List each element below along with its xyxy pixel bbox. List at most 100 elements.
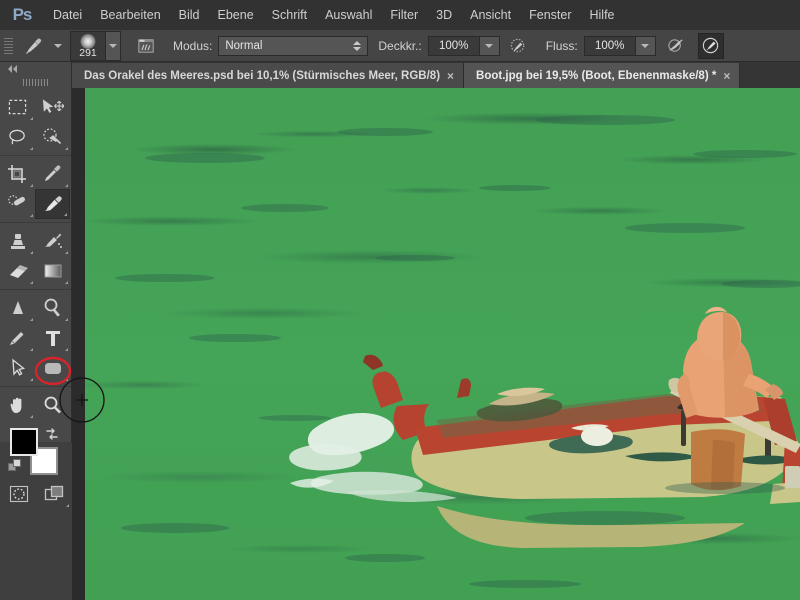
document-tab-orakel[interactable]: Das Orakel des Meeres.psd bei 10,1% (Stü… [72,63,465,88]
mode-label: Modus: [173,38,213,53]
foreground-color-swatch[interactable] [10,428,38,456]
tool-group-retouch [0,223,71,290]
quick-mask-icon[interactable] [1,479,36,509]
flyout-corner-icon [30,147,33,150]
menu-item-fenster[interactable]: Fenster [520,0,580,30]
flyout-corner-icon [30,281,33,284]
zoom-tool[interactable] [35,390,70,420]
crop-tool[interactable] [0,159,35,189]
flyout-corner-icon [65,147,68,150]
flow-slider-caret[interactable] [635,35,656,56]
clone-stamp-tool[interactable] [0,226,35,256]
mode-select[interactable]: Normal [218,35,369,56]
lasso-tool[interactable] [0,122,35,152]
chevron-updown-icon [353,40,362,51]
flyout-corner-icon [65,348,68,351]
brush-tool[interactable] [35,189,70,219]
menu-item-bearbeiten[interactable]: Bearbeiten [91,0,169,30]
brush-preset-picker-caret[interactable] [50,32,66,60]
brush-preset-dropdown[interactable] [106,30,121,61]
pen-tool[interactable] [0,323,35,353]
menu-bar: Ps Datei Bearbeiten Bild Ebene Schrift A… [0,0,800,30]
quick-selection-tool[interactable] [35,122,70,152]
flyout-corner-icon [30,184,33,187]
menu-item-hilfe[interactable]: Hilfe [581,0,624,30]
drag-grip-icon[interactable] [0,76,71,89]
flow-label: Fluss: [545,38,578,53]
rectangular-marquee-tool[interactable] [0,92,35,122]
brush-panel-icon[interactable] [129,32,163,60]
flyout-corner-icon [64,213,67,216]
opacity-value[interactable]: 100% [427,35,480,56]
gradient-tool[interactable] [35,256,70,286]
brush-size-value: 291 [79,46,97,59]
hand-tool[interactable] [0,390,35,420]
collapse-panel-icon[interactable] [0,62,71,76]
dodge-tool[interactable] [35,293,70,323]
eyedropper-tool[interactable] [35,159,70,189]
boat-photo-subject [115,115,800,588]
flyout-corner-icon [30,214,33,217]
rounded-rectangle-tool[interactable] [35,353,70,383]
spot-healing-brush-tool[interactable] [0,189,35,219]
flyout-corner-icon [65,184,68,187]
menu-item-auswahl[interactable]: Auswahl [316,0,381,30]
flyout-corner-icon [30,415,33,418]
menu-item-ansicht[interactable]: Ansicht [461,0,520,30]
close-icon[interactable]: × [447,70,454,82]
flow-value[interactable]: 100% [583,35,636,56]
pressure-size-icon[interactable] [697,32,724,59]
tool-mode-row [0,479,71,509]
menu-item-filter[interactable]: Filter [381,0,427,30]
brush-size-preview[interactable]: 291 [70,30,106,61]
screen-mode-icon[interactable] [36,479,71,509]
opacity-label: Deckkr.: [378,38,422,53]
canvas-area[interactable] [72,88,800,600]
photoshop-logo: Ps [12,5,33,24]
close-icon[interactable]: × [723,70,730,82]
opacity-slider-caret[interactable] [479,35,500,56]
menu-item-ebene[interactable]: Ebene [209,0,263,30]
path-selection-tool[interactable] [0,353,35,383]
airbrush-icon[interactable] [664,33,690,59]
flow-control[interactable]: 100% [583,35,656,56]
document-tab-boot[interactable]: Boot.jpg bei 19,5% (Boot, Ebenenmaske/8)… [464,63,741,88]
options-bar: 291 Modus: Normal Deckkr.: 100% Fluss: 1… [0,30,800,62]
menu-item-bild[interactable]: Bild [170,0,209,30]
flyout-corner-icon [30,117,33,120]
menu-item-datei[interactable]: Datei [44,0,91,30]
move-tool[interactable] [35,92,70,122]
menu-item-schrift[interactable]: Schrift [263,0,316,30]
mode-value: Normal [225,39,263,52]
tool-group-selection [0,89,71,156]
brush-icon[interactable] [16,32,50,60]
flyout-corner-icon [30,318,33,321]
tab-title: Boot.jpg bei 19,5% (Boot, Ebenenmaske/8)… [476,69,717,82]
photoshop-window: Ps Datei Bearbeiten Bild Ebene Schrift A… [0,0,800,600]
flyout-corner-icon [30,348,33,351]
history-brush-tool[interactable] [35,226,70,256]
flyout-corner-icon [30,251,33,254]
default-colors-icon[interactable] [8,459,23,477]
tool-group-navigation [0,387,71,423]
tools-panel [0,62,72,507]
swap-colors-icon[interactable] [44,426,60,445]
tool-group-focus [0,290,71,387]
flyout-corner-icon [65,378,68,381]
document-canvas[interactable] [85,88,800,600]
menu-item-3d[interactable]: 3D [427,0,461,30]
flyout-corner-icon [65,281,68,284]
flyout-corner-icon [65,251,68,254]
tab-title: Das Orakel des Meeres.psd bei 10,1% (Stü… [84,69,441,82]
flyout-corner-icon [66,504,69,507]
document-tab-bar: Das Orakel des Meeres.psd bei 10,1% (Stü… [72,62,800,88]
opacity-control[interactable]: 100% [427,35,500,56]
flyout-corner-icon [65,318,68,321]
tool-group-crop [0,156,71,223]
type-tool[interactable] [35,323,70,353]
blur-tool[interactable] [0,293,35,323]
pressure-opacity-icon[interactable] [506,33,532,59]
options-bar-grip[interactable] [0,30,16,62]
color-swatches [0,423,72,479]
eraser-tool[interactable] [0,256,35,286]
